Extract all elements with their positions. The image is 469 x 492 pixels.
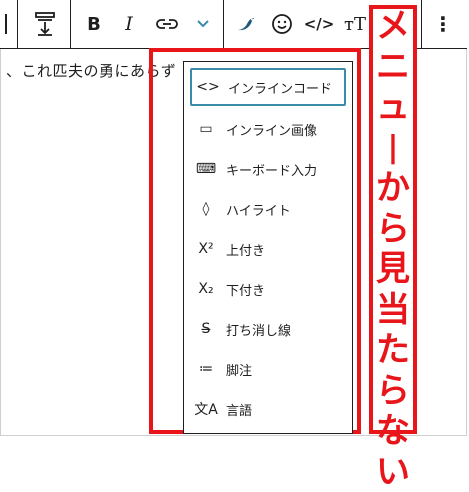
- annotation-char: ニ: [373, 47, 413, 88]
- subscript-icon: X₂: [192, 281, 220, 297]
- smile-icon: [271, 13, 293, 35]
- font-size-button[interactable]: тT: [340, 0, 370, 48]
- menu-item-label: インラインコード: [228, 78, 332, 97]
- annotation-char: 見: [373, 249, 413, 290]
- toolbar-edge-icon: [0, 14, 7, 34]
- menu-item-label: 言語: [226, 400, 252, 419]
- toolbar-separator: [223, 0, 224, 48]
- menu-item-footnote[interactable]: ≔ 脚注: [190, 350, 346, 388]
- link-button[interactable]: [152, 0, 182, 48]
- menu-item-highlight[interactable]: ◊ ハイライト: [190, 190, 346, 228]
- keyboard-icon: ⌨: [192, 161, 220, 177]
- toolbar-separator: [421, 0, 422, 48]
- block-mover-button[interactable]: [26, 0, 64, 48]
- menu-item-inline-image[interactable]: ▭ インライン画像: [190, 110, 346, 148]
- annotation-char: 当: [373, 290, 413, 331]
- menu-item-language[interactable]: 文A 言語: [190, 390, 346, 428]
- code-brackets-icon: <>: [194, 79, 222, 95]
- annotation-char: い: [373, 452, 413, 492]
- plugin-bird-button[interactable]: [230, 0, 262, 48]
- code-button[interactable]: </>: [302, 0, 336, 48]
- menu-item-strikethrough[interactable]: S̶ 打ち消し線: [190, 310, 346, 348]
- menu-item-label: キーボード入力: [226, 160, 317, 179]
- annotation-char: ら: [373, 209, 413, 250]
- annotation-char: た: [373, 330, 413, 371]
- annotation-char: |: [373, 128, 413, 169]
- block-mover-icon: [34, 11, 56, 37]
- numbered-list-icon: ≔: [192, 361, 220, 377]
- chevron-down-icon: [196, 19, 210, 29]
- superscript-icon: X²: [192, 241, 220, 257]
- emoji-button[interactable]: [266, 0, 298, 48]
- strikethrough-icon: S̶: [192, 321, 220, 337]
- droplet-icon: ◊: [192, 201, 220, 217]
- menu-item-label: 下付き: [226, 280, 265, 299]
- bird-icon: [235, 14, 257, 34]
- annotation-char: ュ: [373, 87, 413, 128]
- annotation-char: か: [373, 168, 413, 209]
- menu-item-label: 上付き: [226, 240, 265, 259]
- annotation-vertical-text: メニュ|から見当たらない: [373, 6, 413, 492]
- italic-button[interactable]: I: [116, 0, 142, 48]
- annotation-char: メ: [373, 6, 413, 47]
- more-options-button[interactable]: ⋮: [428, 0, 458, 48]
- menu-item-subscript[interactable]: X₂ 下付き: [190, 270, 346, 308]
- toolbar-separator: [17, 0, 18, 48]
- image-icon: ▭: [192, 121, 220, 137]
- menu-item-label: ハイライト: [226, 200, 291, 219]
- annotation-char: ら: [373, 371, 413, 412]
- menu-item-label: 脚注: [226, 360, 252, 379]
- annotation-char: な: [373, 411, 413, 452]
- menu-item-keyboard-input[interactable]: ⌨ キーボード入力: [190, 150, 346, 188]
- more-rich-text-button[interactable]: [190, 0, 216, 48]
- menu-item-label: インライン画像: [226, 120, 317, 139]
- menu-item-inline-code[interactable]: <> インラインコード: [190, 68, 346, 106]
- menu-item-superscript[interactable]: X² 上付き: [190, 230, 346, 268]
- toolbar-separator: [70, 0, 71, 48]
- rich-text-dropdown-menu: <> インラインコード ▭ インライン画像 ⌨ キーボード入力 ◊ ハイライト …: [183, 61, 353, 434]
- link-icon: [156, 17, 178, 31]
- bold-button[interactable]: B: [80, 0, 108, 48]
- menu-item-label: 打ち消し線: [226, 320, 291, 339]
- translate-icon: 文A: [192, 399, 220, 419]
